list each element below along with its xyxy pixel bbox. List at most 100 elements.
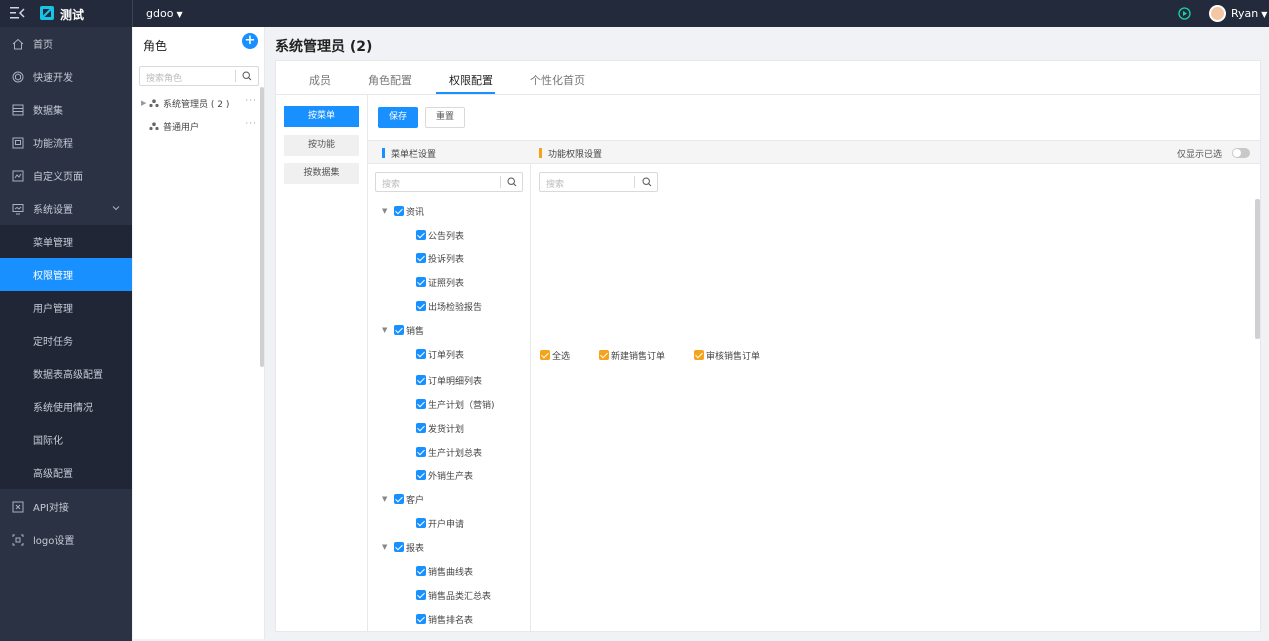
sidebar-item-dataset[interactable]: 数据集 [0,93,132,126]
tree-node-customer[interactable]: ▼ 客户 [382,492,424,506]
checkbox-checked-icon[interactable] [416,375,426,385]
menu-toggle-icon[interactable] [10,6,25,20]
tree-leaf[interactable]: 投诉列表 [416,251,464,265]
caret-down-icon[interactable]: ▼ [382,543,390,551]
sidebar-item-label: 功能流程 [33,139,73,150]
role-item-normal-user[interactable]: 普通用户 ··· [141,118,259,134]
tree-node-reports[interactable]: ▼ 报表 [382,540,424,554]
checkbox-checked-icon[interactable] [416,399,426,409]
role-item-admin[interactable]: ▶ 系统管理员 ( 2 ) ··· [141,95,259,111]
sidebar-subitem-table-advanced[interactable]: 数据表高级配置 [0,357,132,390]
tab-members[interactable]: 成员 [309,72,331,88]
checkbox-checked-icon[interactable] [416,349,426,359]
workspace-switcher[interactable]: gdoo ▼ [146,7,183,20]
tree-leaf-label: 销售品类汇总表 [428,591,492,602]
sidebar-item-api[interactable]: API对接 [0,490,132,523]
more-icon[interactable]: ··· [245,119,257,129]
checkbox-checked-icon[interactable] [416,447,426,457]
checkbox-checked-icon[interactable] [394,494,404,504]
caret-down-icon[interactable]: ▼ [382,207,390,215]
checkbox-checked-icon[interactable] [416,566,426,576]
tab-role-config[interactable]: 角色配置 [368,72,412,88]
tree-node-news[interactable]: ▼ 资讯 [382,204,424,218]
checkbox-checked-icon[interactable] [540,350,550,360]
menu-search-input[interactable]: 搜索 [375,172,523,192]
sidebar-subitem-system-usage[interactable]: 系统使用情况 [0,390,132,423]
caret-right-icon[interactable]: ▶ [141,99,147,107]
sidebar-item-home[interactable]: 首页 [0,27,132,60]
caret-down-icon[interactable]: ▼ [382,495,390,503]
tree-leaf[interactable]: 销售排名表 [416,612,473,626]
menu-section-marker [382,148,385,158]
tree-leaf[interactable]: 生产计划总表 [416,445,482,459]
more-icon[interactable]: ··· [245,96,257,106]
role-search-input[interactable]: 搜索角色 [139,66,259,86]
permission-search-input[interactable]: 搜索 [539,172,658,192]
page-title: 系统管理员 (2) [275,39,373,55]
sidebar-item-custom-page[interactable]: 自定义页面 [0,159,132,192]
tab-permission-config[interactable]: 权限配置 [449,72,493,88]
tree-leaf[interactable]: 销售品类汇总表 [416,588,491,602]
sidebar-item-logo-settings[interactable]: logo设置 [0,523,132,556]
checkbox-checked-icon[interactable] [694,350,704,360]
tree-leaf[interactable]: 公告列表 [416,228,464,242]
caret-down-icon[interactable]: ▼ [382,326,390,334]
search-icon[interactable] [642,177,652,187]
checkbox-checked-icon[interactable] [394,542,404,552]
checkbox-checked-icon[interactable] [416,301,426,311]
reset-button[interactable]: 重置 [425,107,465,128]
checkbox-checked-icon[interactable] [416,470,426,480]
checkbox-checked-icon[interactable] [416,230,426,240]
show-selected-toggle[interactable] [1232,148,1250,158]
checkbox-checked-icon[interactable] [416,518,426,528]
checkbox-checked-icon[interactable] [394,325,404,335]
checkbox-checked-icon[interactable] [416,253,426,263]
sidebar-subitem-i18n[interactable]: 国际化 [0,423,132,456]
sidebar-item-flow[interactable]: 功能流程 [0,126,132,159]
add-role-button[interactable]: + [242,33,258,49]
tree-leaf-label: 投诉列表 [428,254,465,265]
mode-by-function-button[interactable]: 按功能 [284,135,359,156]
play-circle-icon[interactable] [1178,7,1191,20]
search-icon[interactable] [242,71,252,81]
sidebar-subitem-advanced[interactable]: 高级配置 [0,456,132,489]
tree-leaf[interactable]: 生产计划（营销) [416,397,495,411]
tree-leaf[interactable]: 证照列表 [416,275,464,289]
roles-scrollbar[interactable] [260,87,264,367]
search-icon[interactable] [507,177,517,187]
save-button[interactable]: 保存 [378,107,418,128]
avatar[interactable] [1209,5,1226,22]
sidebar-subitem-scheduled-tasks[interactable]: 定时任务 [0,324,132,357]
sidebar-item-quick-dev[interactable]: 快速开发 [0,60,132,93]
perm-section-title: 功能权限设置 [548,150,603,160]
tree-leaf[interactable]: 订单明细列表 [416,373,482,387]
tree-leaf[interactable]: 订单列表 [416,347,464,361]
permission-create-order[interactable]: 新建销售订单 [599,348,665,362]
checkbox-checked-icon[interactable] [416,614,426,624]
system-settings-submenu: 菜单管理 权限管理 用户管理 定时任务 数据表高级配置 系统使用情况 国际化 高… [0,225,132,489]
checkbox-checked-icon[interactable] [416,423,426,433]
api-icon [12,501,24,512]
user-menu[interactable]: Ryan ▼ [1231,7,1267,20]
tree-node-sales[interactable]: ▼ 销售 [382,323,424,337]
cube-icon [12,71,24,82]
sidebar-subitem-menu-mgmt[interactable]: 菜单管理 [0,225,132,258]
tree-leaf[interactable]: 开户申请 [416,516,464,530]
checkbox-checked-icon[interactable] [416,277,426,287]
tree-leaf[interactable]: 出场检验报告 [416,299,482,313]
sidebar-subitem-user-mgmt[interactable]: 用户管理 [0,291,132,324]
checkbox-checked-icon[interactable] [394,206,404,216]
sidebar-item-system-settings[interactable]: 系统设置 [0,192,132,225]
mode-by-menu-button[interactable]: 按菜单 [284,106,359,127]
checkbox-checked-icon[interactable] [599,350,609,360]
permission-approve-order[interactable]: 审核销售订单 [694,348,760,362]
tree-leaf[interactable]: 发货计划 [416,421,464,435]
tree-leaf[interactable]: 销售曲线表 [416,564,473,578]
mode-by-dataset-button[interactable]: 按数据集 [284,163,359,184]
sidebar-subitem-permission-mgmt[interactable]: 权限管理 [0,258,132,291]
permission-select-all[interactable]: 全选 [540,348,570,362]
tree-leaf[interactable]: 外销生产表 [416,468,473,482]
checkbox-checked-icon[interactable] [416,590,426,600]
card-scrollbar[interactable] [1255,199,1260,339]
tab-personal-home[interactable]: 个性化首页 [530,72,585,88]
